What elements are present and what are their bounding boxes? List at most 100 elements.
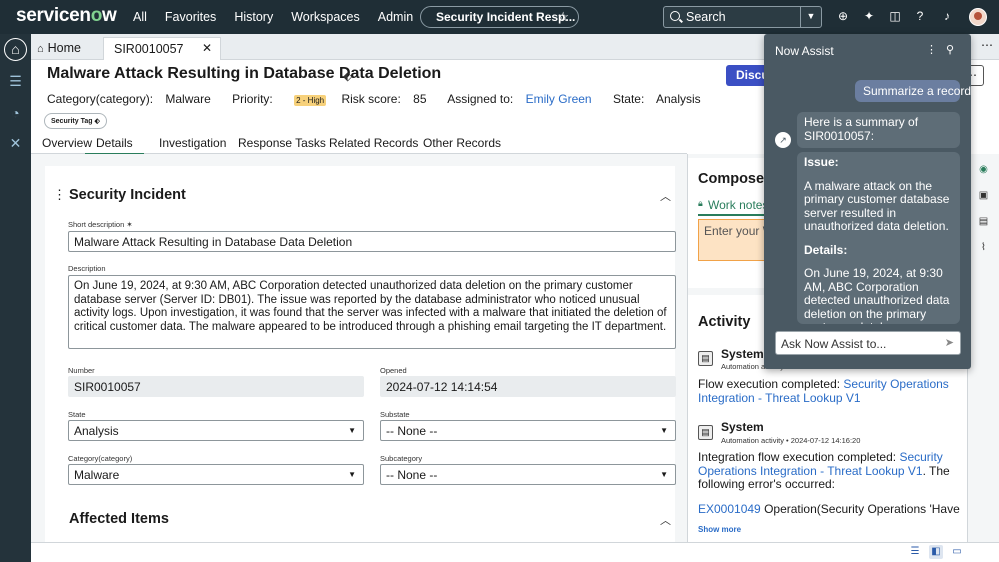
meta-state: State: Analysis xyxy=(612,92,701,106)
show-more-link[interactable]: Show more xyxy=(698,525,741,534)
tab-related-records[interactable]: Related Records xyxy=(329,136,418,150)
activity-meta: Automation activity • 2024-07-12 14:16:2… xyxy=(721,436,861,445)
menu-history[interactable]: History xyxy=(234,10,273,24)
assist-avatar-icon: ↗ xyxy=(775,132,791,148)
pin-icon[interactable]: ⚲ xyxy=(946,43,954,56)
execution-link[interactable]: EX0001049 xyxy=(698,503,761,516)
activity-text: EX0001049 Operation(Security Operations … xyxy=(698,503,960,516)
menu-all[interactable]: All xyxy=(133,10,147,24)
home-icon: ⌂ xyxy=(37,43,44,55)
dashboard-icon[interactable]: ◔ xyxy=(6,104,25,123)
subcategory-select[interactable]: -- None -- ▼ xyxy=(380,464,676,485)
send-icon[interactable]: ➤ xyxy=(945,336,954,349)
menu-favorites[interactable]: Favorites xyxy=(165,10,216,24)
assist-intro-message: Here is a summary of SIR0010057: xyxy=(797,112,960,148)
split-view-icon[interactable]: ◧ xyxy=(929,545,943,559)
tab-other-records[interactable]: Other Records xyxy=(423,136,501,150)
search-icon xyxy=(670,11,680,21)
description-textarea[interactable]: On June 19, 2024, at 9:30 AM, ABC Corpor… xyxy=(68,275,676,349)
lock-icon: 🔒︎ xyxy=(698,198,703,208)
record-meta: Category(category): Malware Priority: 2 … xyxy=(47,92,719,106)
attachment-icon[interactable]: ⌇ xyxy=(977,241,990,254)
assist-summary-message: Issue: A malware attack on the primary c… xyxy=(797,152,960,324)
ask-now-assist-input[interactable]: Ask Now Assist to... ➤ xyxy=(775,331,961,355)
menu-admin[interactable]: Admin xyxy=(378,10,413,24)
full-view-icon[interactable]: ▭ xyxy=(950,545,964,559)
sparkle-icon[interactable]: ✦ xyxy=(862,9,876,23)
record-title: Malware Attack Resulting in Database Dat… xyxy=(47,65,442,82)
chevron-up-icon[interactable]: ︿ xyxy=(660,512,671,528)
record-title-pill[interactable]: Security Incident Resp... ☆ xyxy=(420,6,579,28)
form-card xyxy=(45,166,675,542)
short-description-label: Short description ✶ xyxy=(68,220,133,229)
more-vertical-icon[interactable]: ⋮ xyxy=(926,43,937,56)
affected-items-title: Affected Items xyxy=(69,511,169,527)
globe-icon[interactable]: ⊕ xyxy=(836,9,850,23)
close-icon[interactable]: ✕ xyxy=(202,41,212,55)
tag-icon[interactable]: ⬖ xyxy=(343,69,352,83)
document-icon[interactable]: ▤ xyxy=(977,215,990,228)
opened-field: 2024-07-12 14:14:54 xyxy=(380,376,676,397)
tab-response-tasks[interactable]: Response Tasks xyxy=(238,136,326,150)
menu-workspaces[interactable]: Workspaces xyxy=(291,10,360,24)
state-label: State xyxy=(68,410,86,419)
assigned-link[interactable]: Emily Green xyxy=(526,92,592,106)
activity-user: System xyxy=(721,347,764,361)
book-icon[interactable]: ▣ xyxy=(977,189,990,202)
now-assist-title: Now Assist xyxy=(775,44,834,58)
activity-text: Flow execution completed: Security Opera… xyxy=(698,377,949,405)
home-icon[interactable]: ⌂ xyxy=(4,38,27,61)
issue-text: A malware attack on the primary customer… xyxy=(804,178,950,233)
top-navigation-bar: servicenow All Favorites History Workspa… xyxy=(0,0,999,34)
bell-icon[interactable]: ♪ xyxy=(940,9,954,23)
number-field: SIR0010057 xyxy=(68,376,364,397)
help-icon[interactable]: ? xyxy=(913,9,927,23)
substate-label: Substate xyxy=(380,410,410,419)
issue-heading: Issue: xyxy=(804,155,839,169)
section-title: Security Incident xyxy=(69,187,186,203)
tab-investigation[interactable]: Investigation xyxy=(159,136,226,150)
chevron-down-icon: ▼ xyxy=(348,426,356,435)
security-tag-chip[interactable]: Security Tag ⬖ xyxy=(44,113,107,129)
chevron-down-icon[interactable]: ▼ xyxy=(800,7,821,27)
star-icon[interactable]: ☆ xyxy=(557,9,569,25)
meta-category: Category(category): Malware xyxy=(47,92,211,106)
chevron-up-icon[interactable]: ︿ xyxy=(660,188,671,204)
document-icon: ▤ xyxy=(698,351,713,366)
activity-text: Integration flow execution completed: Se… xyxy=(698,450,950,491)
search-label: Search xyxy=(686,10,726,24)
state-select[interactable]: Analysis ▼ xyxy=(68,420,364,441)
list-icon[interactable]: ☰ xyxy=(6,72,25,91)
more-icon[interactable]: ⋯ xyxy=(981,38,993,52)
right-rail xyxy=(967,154,999,542)
opened-label: Opened xyxy=(380,366,407,375)
details-text: On June 19, 2024, at 9:30 AM, ABC Corpor… xyxy=(804,266,950,324)
chevron-down-icon: ▼ xyxy=(660,470,668,479)
short-description-field[interactable]: Malware Attack Resulting in Database Dat… xyxy=(68,231,676,252)
tab-record[interactable]: SIR0010057 ✕ xyxy=(103,37,221,60)
tools-icon[interactable]: ✕ xyxy=(6,134,25,153)
tab-home[interactable]: ⌂ Home xyxy=(37,41,81,55)
servicenow-logo[interactable]: servicenow xyxy=(16,5,117,27)
number-label: Number xyxy=(68,366,95,375)
tab-details[interactable]: Details xyxy=(85,136,144,155)
list-view-icon[interactable]: ☰ xyxy=(908,545,922,559)
assist-icon[interactable]: ◉ xyxy=(977,163,990,176)
user-prompt-bubble: Summarize a record xyxy=(855,80,971,102)
meta-risk: Risk score: 85 xyxy=(341,92,427,106)
kebab-icon[interactable]: ⋮ xyxy=(53,187,66,203)
avatar[interactable] xyxy=(969,8,987,26)
subcategory-label: Subcategory xyxy=(380,454,423,463)
global-search[interactable]: Search ▼ xyxy=(663,6,822,28)
document-icon: ▤ xyxy=(698,425,713,440)
details-heading: Details: xyxy=(804,242,848,257)
record-tabs: Overview Details Investigation Response … xyxy=(31,133,687,155)
activity-title: Activity xyxy=(698,314,751,330)
main-menu: All Favorites History Workspaces Admin xyxy=(124,0,422,34)
category-label: Category(category) xyxy=(68,454,133,463)
bottom-bar xyxy=(31,542,999,562)
chat-icon[interactable]: ◫ xyxy=(888,9,902,23)
substate-select[interactable]: -- None -- ▼ xyxy=(380,420,676,441)
activity-user: System xyxy=(721,420,764,434)
category-select[interactable]: Malware ▼ xyxy=(68,464,364,485)
